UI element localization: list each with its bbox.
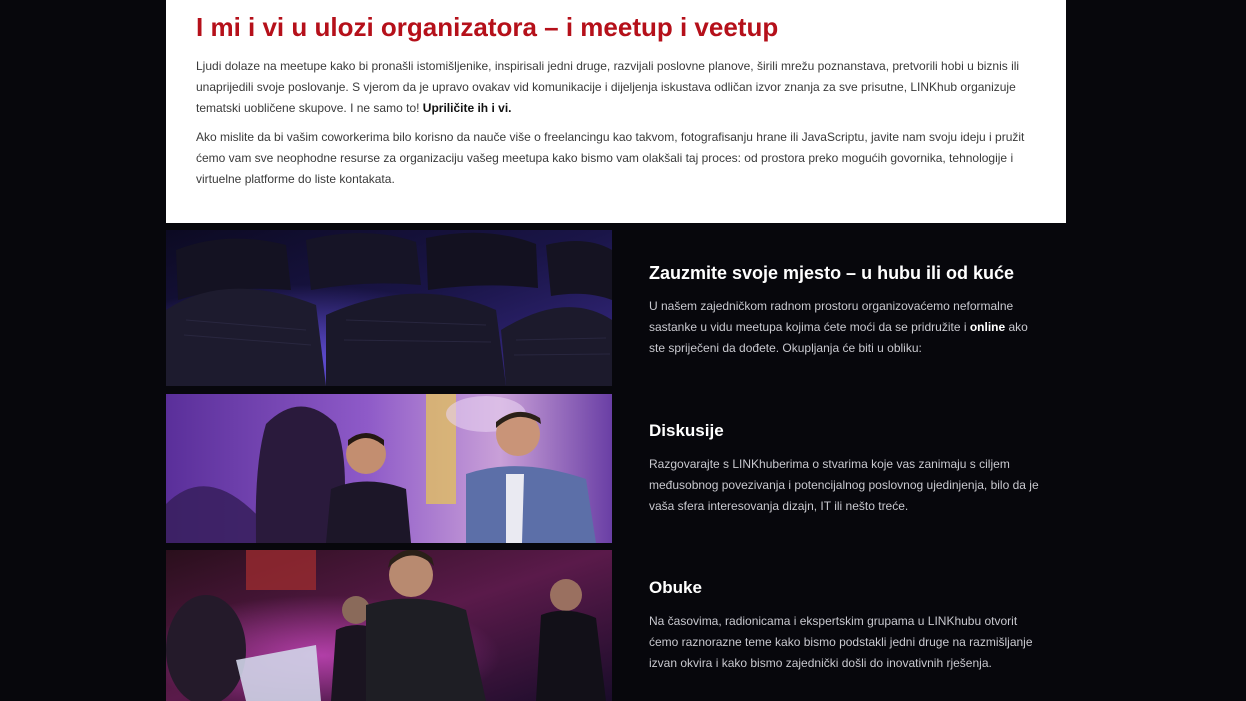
intro-paragraph-1-bold: Upriličite ih i vi.	[422, 101, 512, 115]
place-section: Zauzmite svoje mjesto – u hubu ili od ku…	[649, 262, 1039, 359]
place-text-before: U našem zajedničkom radnom prostoru orga…	[649, 299, 1014, 334]
place-text-online: online	[969, 320, 1006, 334]
hackathon-laptop-photo	[166, 550, 612, 701]
intro-section: I mi i vi u ulozi organizatora – i meetu…	[166, 0, 1066, 223]
intro-paragraph-1: Ljudi dolaze na meetupe kako bi pronašli…	[196, 56, 1036, 119]
people-talking-photo	[166, 394, 612, 543]
intro-paragraph-2: Ako mislite da bi vašim coworkerima bilo…	[196, 130, 1025, 186]
trainings-section: Obuke Na časovima, radionicama i ekspert…	[649, 577, 1039, 674]
place-text: U našem zajedničkom radnom prostoru orga…	[649, 296, 1039, 359]
auditorium-chairs-photo	[166, 230, 612, 386]
intro-title: I mi i vi u ulozi organizatora – i meetu…	[196, 12, 779, 42]
intro-paragraph-1-text: Ljudi dolaze na meetupe kako bi pronašli…	[196, 59, 1020, 115]
discussions-text: Razgovarajte s LINKhuberima o stvarima k…	[649, 457, 1039, 513]
discussions-section: Diskusije Razgovarajte s LINKhuberima o …	[649, 420, 1039, 517]
trainings-title: Obuke	[649, 578, 702, 597]
place-title: Zauzmite svoje mjesto – u hubu ili od ku…	[649, 263, 1015, 283]
trainings-text: Na časovima, radionicama i ekspertskim g…	[649, 614, 1033, 670]
discussions-title: Diskusije	[649, 421, 724, 440]
